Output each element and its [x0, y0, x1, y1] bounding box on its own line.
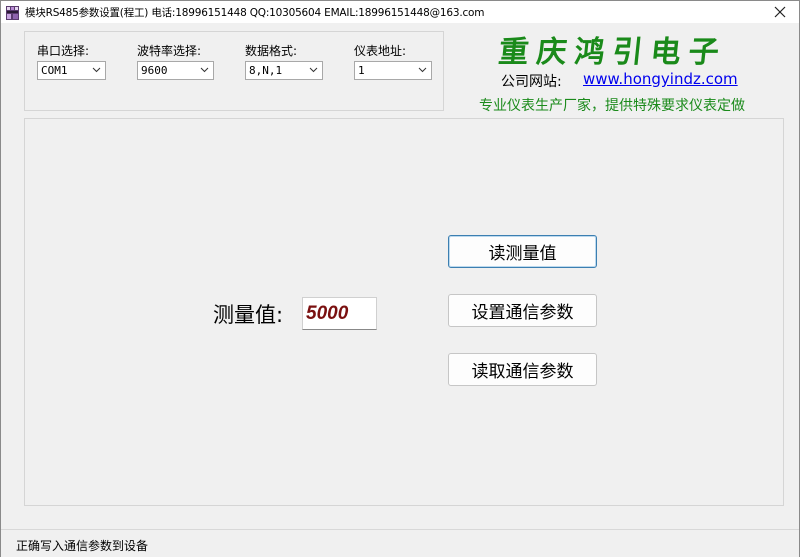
address-select-value: 1 [358, 64, 365, 77]
address-field: 仪表地址: [354, 42, 464, 58]
close-button[interactable] [771, 3, 789, 21]
port-select-value: COM1 [41, 64, 68, 77]
port-select[interactable]: COM1 [37, 61, 106, 80]
format-select[interactable]: 8,N,1 [245, 61, 323, 80]
format-label: 数据格式: [245, 44, 298, 58]
chevron-down-icon [200, 67, 209, 73]
main-window: 模块RS485参数设置(程工) 电话:18996151448 QQ:103056… [0, 0, 800, 557]
baud-field: 波特率选择: [137, 42, 247, 58]
read-measurement-button[interactable]: 读测量值 [448, 235, 597, 268]
measurement-label: 测量值: [213, 303, 284, 327]
format-select-value: 8,N,1 [249, 64, 283, 77]
baud-select-value: 9600 [141, 64, 168, 77]
measurement-panel [24, 118, 784, 506]
website-link[interactable]: www.hongyindz.com [583, 70, 738, 88]
chevron-down-icon [418, 67, 427, 73]
measurement-value: 5000 [306, 303, 349, 324]
baud-label: 波特率选择: [137, 44, 202, 58]
read-comm-params-button[interactable]: 读取通信参数 [448, 353, 597, 386]
app-icon [6, 5, 19, 20]
port-field: 串口选择: [37, 42, 147, 58]
set-comm-params-button[interactable]: 设置通信参数 [448, 294, 597, 327]
chevron-down-icon [92, 67, 101, 73]
status-bar: 正确写入通信参数到设备 [1, 529, 799, 557]
port-label: 串口选择: [37, 44, 90, 58]
comm-settings-panel: 串口选择: COM1 波特率选择: 9600 数据格式: 8,N,1 仪表地址:… [24, 31, 444, 111]
format-field: 数据格式: [245, 42, 355, 58]
measurement-value-field[interactable]: 5000 [302, 297, 377, 330]
company-tagline: 专业仪表生产厂家，提供特殊要求仪表定做 [479, 98, 745, 114]
window-title: 模块RS485参数设置(程工) 电话:18996151448 QQ:103056… [25, 7, 485, 19]
close-icon [774, 6, 786, 18]
status-text: 正确写入通信参数到设备 [16, 539, 149, 553]
company-name: 重庆鸿引电子 [496, 35, 729, 70]
title-bar: 模块RS485参数设置(程工) 电话:18996151448 QQ:103056… [1, 1, 799, 23]
chevron-down-icon [309, 67, 318, 73]
address-label: 仪表地址: [354, 44, 407, 58]
website-label: 公司网站: [501, 74, 562, 90]
baud-select[interactable]: 9600 [137, 61, 214, 80]
address-select[interactable]: 1 [354, 61, 432, 80]
